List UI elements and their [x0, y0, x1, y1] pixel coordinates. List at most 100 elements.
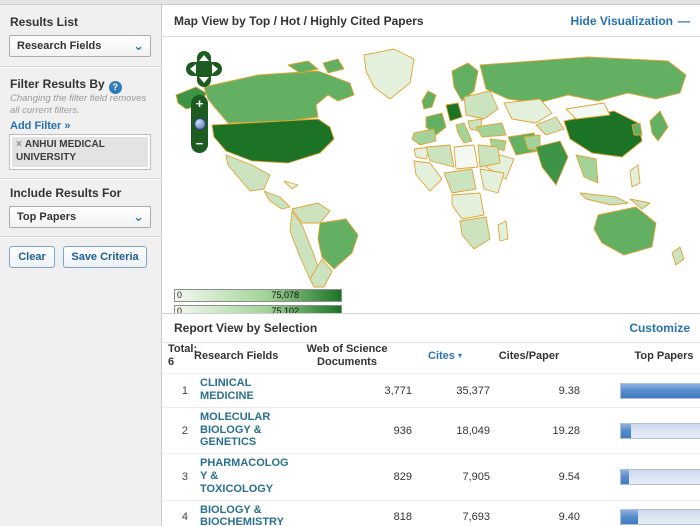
region-central-america[interactable]	[263, 190, 291, 210]
region-korea[interactable]	[631, 122, 643, 136]
research-field-link[interactable]: MOLECULAR BIOLOGY & GENETICS	[200, 411, 292, 449]
total-value: 6	[168, 356, 175, 369]
customize-link[interactable]: Customize	[629, 321, 690, 335]
region-canada[interactable]	[203, 70, 355, 124]
region-japan[interactable]	[649, 110, 669, 142]
sidebar-divider	[0, 236, 161, 238]
filter-note: Changing the filter field removes all cu…	[10, 93, 147, 116]
region-east-africa[interactable]	[479, 168, 505, 194]
region-se-asia[interactable]	[575, 154, 599, 184]
research-field-link[interactable]: CLINICAL MEDICINE	[200, 377, 292, 402]
sort-descending-icon: ▾	[457, 351, 462, 361]
top-papers-bar-fill	[621, 509, 638, 524]
top-divider	[0, 0, 700, 5]
results-list-value: Research Fields	[17, 40, 102, 52]
table-row: 2 MOLECULAR BIOLOGY & GENETICS 936 18,04…	[162, 407, 700, 453]
region-indonesia[interactable]	[579, 192, 629, 206]
remove-filter-icon[interactable]: ×	[16, 139, 22, 150]
map-zoom-control[interactable]: + −	[191, 95, 208, 153]
sidebar-divider	[0, 66, 161, 68]
row-cites-per-paper: 19.28	[552, 424, 580, 437]
zoom-out-button[interactable]: −	[196, 137, 204, 150]
include-results-value: Top Papers	[17, 211, 77, 223]
region-egypt[interactable]	[477, 144, 501, 168]
table-row: 3 PHARMACOLOGY & TOXICOLOGY 829 7,905 9.…	[162, 453, 700, 499]
include-results-label: Include Results For	[10, 186, 122, 200]
results-list-dropdown[interactable]: Research Fields ⌄	[9, 35, 151, 57]
chevron-down-icon: ⌄	[133, 209, 144, 224]
region-nigeria-chad[interactable]	[443, 168, 477, 194]
pan-right-icon[interactable]	[212, 64, 218, 74]
cites-label: Cites	[428, 350, 455, 363]
zoom-in-button[interactable]: +	[196, 97, 204, 110]
world-map[interactable]	[168, 43, 696, 289]
hide-visualization-link[interactable]: Hide Visualization —	[571, 14, 690, 28]
region-south-africa[interactable]	[459, 216, 491, 250]
top-papers-bar: 25	[620, 382, 700, 399]
row-cites: 7,693	[462, 510, 490, 523]
region-congo[interactable]	[451, 192, 485, 220]
region-kazakhstan[interactable]	[503, 98, 553, 124]
filter-tag-label: ANHUI MEDICAL UNIVERSITY	[16, 139, 105, 163]
report-view-title: Report View by Selection	[174, 321, 318, 335]
total-count: Total: 6	[162, 343, 197, 369]
region-australia[interactable]	[593, 206, 657, 256]
column-wos-documents: Web of Science Documents	[306, 343, 388, 369]
filter-results-label: Filter Results By?	[10, 77, 122, 94]
include-results-dropdown[interactable]: Top Papers ⌄	[9, 206, 151, 228]
region-madagascar[interactable]	[497, 220, 509, 242]
region-arctic-islands[interactable]	[322, 58, 345, 74]
row-cites-per-paper: 9.38	[558, 384, 580, 397]
map-pan-control[interactable]	[186, 51, 222, 87]
pan-left-icon[interactable]	[190, 64, 196, 74]
row-field-cell: BIOLOGY & BIOCHEMISTRY	[194, 504, 294, 526]
hide-visualization-label: Hide Visualization	[570, 14, 673, 28]
region-new-zealand[interactable]	[671, 246, 685, 266]
table-row: 4 BIOLOGY & BIOCHEMISTRY 818 7,693 9.40 …	[162, 499, 700, 526]
save-criteria-button[interactable]: Save Criteria	[63, 246, 147, 268]
row-top-papers-cell: 25	[580, 382, 700, 399]
column-cites-sort[interactable]: Cites ▾	[406, 350, 484, 362]
pan-up-icon[interactable]	[199, 55, 209, 61]
research-field-link[interactable]: BIOLOGY & BIOCHEMISTRY	[200, 504, 292, 526]
top-papers-bar: 5	[620, 508, 700, 525]
chevron-down-icon: ⌄	[133, 38, 144, 53]
filters-sidebar: Results List Research Fields ⌄ Filter Re…	[0, 0, 162, 526]
results-list-label: Results List	[10, 15, 79, 29]
region-cuba[interactable]	[283, 180, 299, 190]
research-field-link[interactable]: PHARMACOLOGY & TOXICOLOGY	[200, 457, 292, 495]
top-papers-bar: 3	[620, 422, 700, 439]
row-rank: 2	[181, 424, 188, 437]
row-field-cell: PHARMACOLOGY & TOXICOLOGY	[194, 457, 294, 496]
column-cites-per-paper: Cites/Paper	[498, 350, 560, 363]
region-libya[interactable]	[453, 144, 479, 170]
region-greenland[interactable]	[363, 48, 415, 100]
legend-gradient-bar	[174, 289, 342, 302]
row-rank: 3	[181, 470, 188, 483]
top-papers-bar-fill	[621, 469, 629, 484]
row-top-papers-cell: 2	[580, 468, 700, 485]
add-filter-link[interactable]: Add Filter »	[10, 120, 71, 132]
row-field-cell: MOLECULAR BIOLOGY & GENETICS	[194, 411, 294, 450]
globe-icon[interactable]	[193, 118, 206, 130]
region-russia[interactable]	[479, 56, 687, 104]
region-west-africa[interactable]	[413, 160, 443, 192]
column-top-papers: Top Papers	[634, 350, 694, 363]
region-uk[interactable]	[421, 90, 437, 110]
minimize-icon: —	[678, 14, 690, 28]
row-top-papers-cell: 5	[580, 508, 700, 525]
table-row: 1 CLINICAL MEDICINE 3,771 35,377 9.38 25	[162, 373, 700, 407]
region-philippines[interactable]	[629, 164, 641, 188]
map-visualization-panel: + − 0 75,078 0 75,102	[162, 36, 700, 314]
pan-down-icon[interactable]	[199, 77, 209, 83]
filter-tag[interactable]: × ANHUI MEDICAL UNIVERSITY	[12, 137, 148, 167]
region-india[interactable]	[535, 140, 569, 186]
filter-tag-list: × ANHUI MEDICAL UNIVERSITY	[9, 134, 151, 170]
clear-button[interactable]: Clear	[9, 246, 55, 268]
report-view-header: Report View by Selection Customize	[162, 313, 700, 343]
row-wos-documents: 829	[393, 470, 412, 483]
map-view-header: Map View by Top / Hot / Highly Cited Pap…	[162, 8, 700, 34]
region-germany[interactable]	[445, 102, 463, 122]
region-spain[interactable]	[411, 128, 437, 146]
top-papers-bar-fill	[621, 383, 700, 398]
